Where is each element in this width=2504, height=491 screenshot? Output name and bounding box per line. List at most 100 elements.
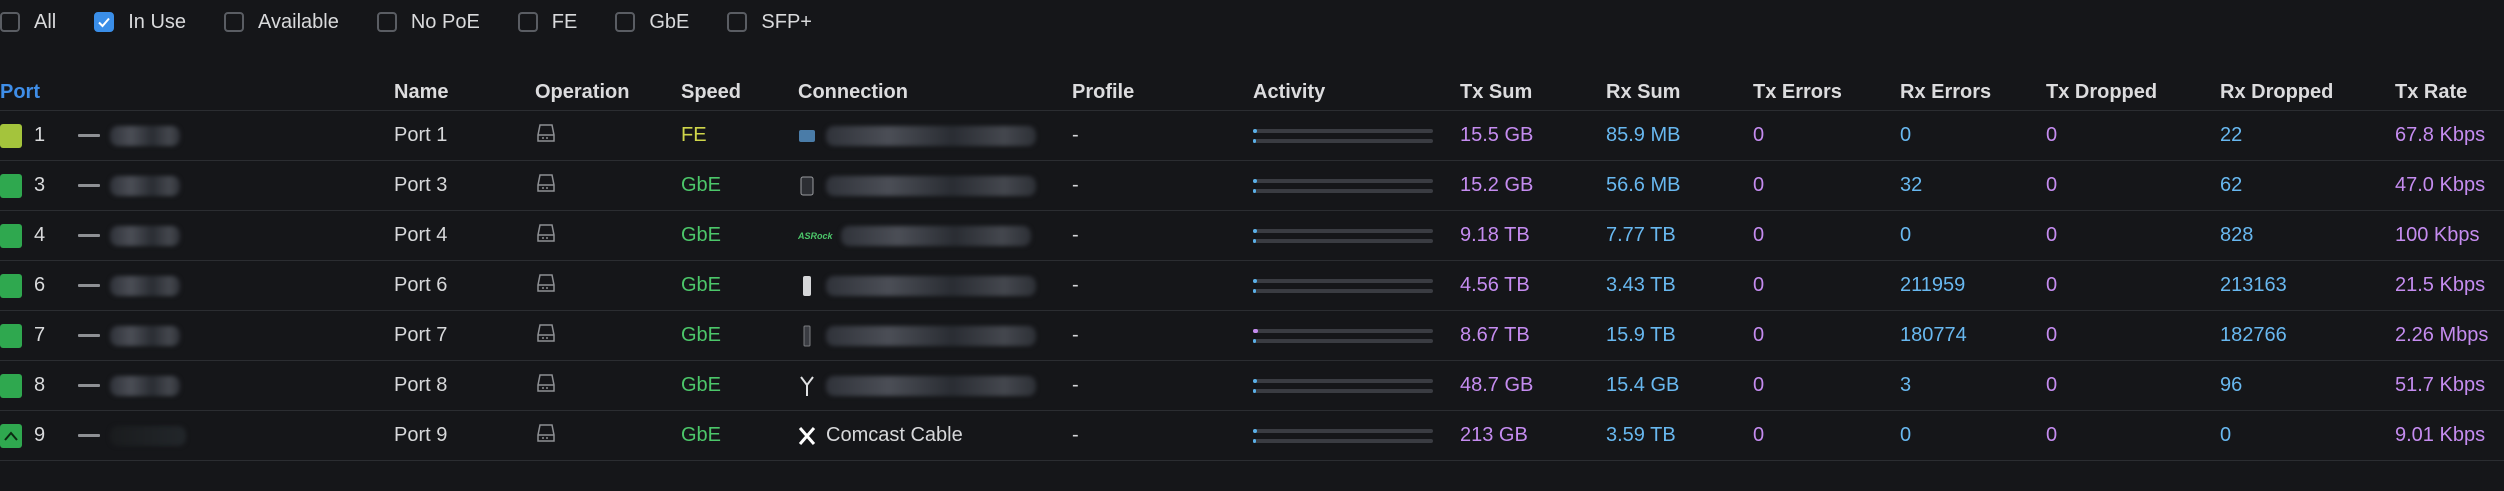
tx-dropped: 0 [2046, 360, 2220, 411]
table-row[interactable]: 8 Port 8 GbE - 48.7 GB 15.4 GB 0 3 0 96 … [0, 360, 2504, 411]
tx-sum: 15.2 GB [1460, 160, 1606, 211]
redacted-connection [826, 125, 1036, 146]
port-status-icon [0, 373, 22, 398]
tx-errors: 0 [1753, 110, 1900, 161]
filter-fe[interactable]: FE [517, 10, 578, 34]
activity-rx-fill [1253, 438, 1256, 443]
rx-dropped: 182766 [2220, 310, 2395, 361]
tx-rate: 100 Kbps [2395, 210, 2504, 261]
filter-gbe-checkbox[interactable] [615, 12, 636, 32]
filter-available-checkbox[interactable] [224, 12, 245, 32]
column-header-tx-rate[interactable]: Tx Rate [2395, 74, 2504, 111]
switching-icon [537, 173, 555, 192]
rx-errors: 0 [1900, 110, 2046, 161]
port-number: 7 [34, 324, 46, 346]
column-header-speed[interactable]: Speed [681, 74, 798, 111]
port-profile: - [1072, 360, 1253, 411]
column-header-port[interactable]: Port [0, 74, 394, 111]
filter-no-poe-label: No PoE [410, 10, 480, 33]
filter-sfp-plus-checkbox[interactable] [727, 12, 748, 32]
tx-dropped: 0 [2046, 410, 2220, 461]
table-row[interactable]: 1 Port 1 FE - 15.5 GB 85.9 MB 0 0 0 22 6… [0, 110, 2504, 161]
column-header-operation[interactable]: Operation [535, 74, 681, 111]
redacted-device [110, 375, 180, 396]
filter-fe-checkbox[interactable] [517, 12, 538, 32]
column-header-profile[interactable]: Profile [1072, 74, 1253, 111]
tx-errors: 0 [1753, 260, 1900, 311]
port-speed: GbE [681, 410, 798, 461]
port-status-icon [0, 123, 22, 148]
activity-bars [1253, 178, 1433, 193]
device-icon [798, 125, 816, 147]
tx-rate: 2.26 Mbps [2395, 310, 2504, 361]
rx-dropped: 22 [2220, 110, 2395, 161]
column-header-activity[interactable]: Activity [1253, 74, 1460, 111]
activity-bars [1253, 278, 1433, 293]
port-filter-bar: All In Use Available No PoE FE GbE SFP+ [0, 0, 850, 44]
activity-tx-fill [1253, 128, 1257, 133]
switching-icon [537, 273, 555, 292]
column-header-tx-sum[interactable]: Tx Sum [1460, 74, 1606, 111]
tx-dropped: 0 [2046, 160, 2220, 211]
activity-bars [1253, 378, 1433, 393]
filter-in-use-checkbox[interactable] [94, 12, 115, 32]
activity-rx-fill [1253, 388, 1256, 393]
port-number: 8 [34, 374, 46, 396]
port-name: Port 3 [394, 160, 535, 211]
column-header-name[interactable]: Name [394, 74, 535, 111]
port-status-icon [0, 173, 22, 198]
tx-sum: 15.5 GB [1460, 110, 1606, 161]
port-link-indicator [78, 184, 100, 187]
port-status-icon [0, 323, 22, 348]
port-speed: GbE [681, 160, 798, 211]
device-icon [798, 325, 816, 347]
table-header-row: Port Name Operation Speed Connection Pro… [0, 74, 2504, 111]
redacted-connection [826, 375, 1036, 396]
activity-tx-fill [1253, 278, 1257, 283]
checkmark-icon [98, 17, 110, 28]
column-header-tx-dropped[interactable]: Tx Dropped [2046, 74, 2220, 111]
filter-available[interactable]: Available [224, 11, 339, 34]
table-row[interactable]: 6 Port 6 GbE - 4.56 TB 3.43 TB 0 211959 … [0, 260, 2504, 311]
filter-gbe[interactable]: GbE [615, 11, 689, 34]
tx-sum: 4.56 TB [1460, 260, 1606, 311]
ports-table: Port Name Operation Speed Connection Pro… [0, 74, 2504, 461]
filter-no-poe-checkbox[interactable] [376, 12, 397, 32]
tx-rate: 9.01 Kbps [2395, 410, 2504, 461]
port-profile: - [1072, 110, 1253, 161]
column-header-connection[interactable]: Connection [798, 74, 1072, 111]
column-header-tx-errors[interactable]: Tx Errors [1753, 74, 1900, 111]
rx-dropped: 213163 [2220, 260, 2395, 311]
tx-rate: 47.0 Kbps [2395, 160, 2504, 211]
filter-all-checkbox[interactable] [0, 12, 20, 32]
activity-bars [1253, 428, 1433, 443]
port-number: 3 [34, 174, 46, 196]
rx-sum: 15.9 TB [1606, 310, 1753, 361]
tx-dropped: 0 [2046, 110, 2220, 161]
switching-icon [537, 373, 555, 392]
filter-no-poe[interactable]: No PoE [376, 10, 480, 34]
table-row[interactable]: 9 Port 9 GbE Comcast Cable - 213 GB 3.59… [0, 410, 2504, 461]
antenna-icon [798, 375, 816, 397]
rx-dropped: 96 [2220, 360, 2395, 411]
port-link-indicator [78, 434, 100, 437]
column-header-rx-dropped[interactable]: Rx Dropped [2220, 74, 2395, 111]
table-row[interactable]: 3 Port 3 GbE - 15.2 GB 56.6 MB 0 32 0 62… [0, 160, 2504, 211]
table-row[interactable]: 7 Port 7 GbE - 8.67 TB 15.9 TB 0 180774 … [0, 310, 2504, 361]
port-profile: - [1072, 210, 1253, 261]
port-profile: - [1072, 160, 1253, 211]
filter-sfp-plus[interactable]: SFP+ [727, 11, 812, 34]
tx-errors: 0 [1753, 160, 1900, 211]
tx-errors: 0 [1753, 410, 1900, 461]
column-header-rx-errors[interactable]: Rx Errors [1900, 74, 2046, 111]
tx-sum: 213 GB [1460, 410, 1606, 461]
table-row[interactable]: 4 Port 4 GbE ASRock - 9.18 TB 7.77 TB 0 … [0, 210, 2504, 261]
filter-fe-label: FE [551, 10, 578, 33]
redacted-device [110, 325, 180, 346]
device-icon [798, 275, 816, 297]
rx-errors: 180774 [1900, 310, 2046, 361]
tx-rate: 51.7 Kbps [2395, 360, 2504, 411]
column-header-rx-sum[interactable]: Rx Sum [1606, 74, 1753, 111]
filter-all[interactable]: All [0, 11, 56, 34]
filter-in-use[interactable]: In Use [94, 11, 186, 34]
